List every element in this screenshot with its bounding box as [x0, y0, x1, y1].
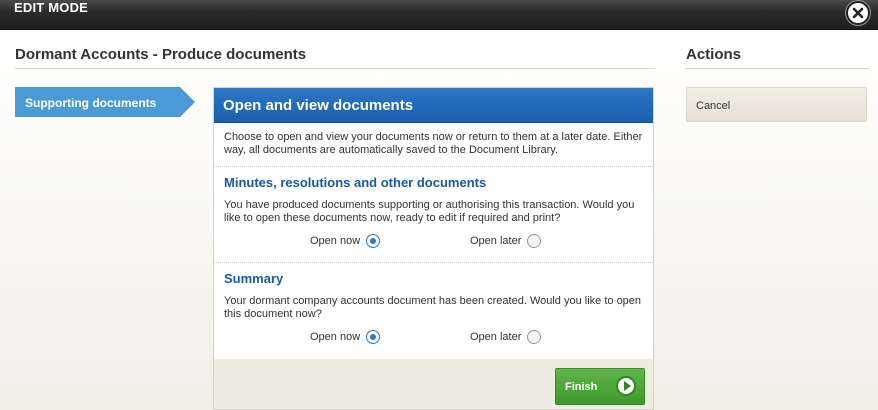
radio-open-later[interactable] [527, 234, 542, 248]
radio-open-later[interactable] [527, 330, 542, 344]
panel-body: Choose to open and view your documents n… [214, 123, 653, 359]
section-title-minutes: Minutes, resolutions and other documents [224, 175, 487, 190]
section-text-summary: Your dormant company accounts document h… [224, 295, 642, 320]
summary-open-later-option[interactable]: Open later [470, 330, 542, 344]
step-tab-supporting-documents[interactable]: Supporting documents [15, 87, 195, 117]
open-now-label: Open now [310, 331, 361, 343]
open-later-label: Open later [470, 331, 522, 343]
open-later-label: Open later [470, 235, 522, 247]
summary-open-now-option[interactable]: Open now [310, 330, 381, 344]
edit-mode-label: EDIT MODE [14, 0, 89, 15]
panel-intro-text: Choose to open and view your documents n… [224, 131, 643, 156]
section-text-minutes: You have produced documents supporting o… [224, 199, 635, 224]
radio-open-now[interactable] [366, 234, 381, 248]
finish-button[interactable]: Finish [555, 368, 645, 405]
actions-title: Actions [686, 46, 742, 63]
page-title: Dormant Accounts - Produce documents [15, 46, 307, 63]
actions-divider [686, 68, 870, 69]
minutes-open-later-option[interactable]: Open later [470, 234, 542, 248]
panel-header: Open and view documents [214, 88, 653, 123]
close-button[interactable] [846, 1, 870, 25]
section-divider [214, 166, 653, 167]
open-now-label: Open now [310, 235, 361, 247]
title-divider [15, 68, 655, 69]
cancel-button[interactable]: Cancel [686, 87, 867, 122]
close-icon [852, 7, 864, 19]
minutes-open-now-option[interactable]: Open now [310, 234, 381, 248]
play-arrow-icon [616, 376, 636, 396]
section-divider [214, 262, 653, 263]
radio-open-now[interactable] [366, 330, 381, 344]
documents-panel: Open and view documents Choose to open a… [213, 87, 654, 410]
finish-label: Finish [565, 381, 598, 393]
edit-mode-bar: EDIT MODE [0, 0, 878, 30]
section-title-summary: Summary [224, 271, 284, 286]
